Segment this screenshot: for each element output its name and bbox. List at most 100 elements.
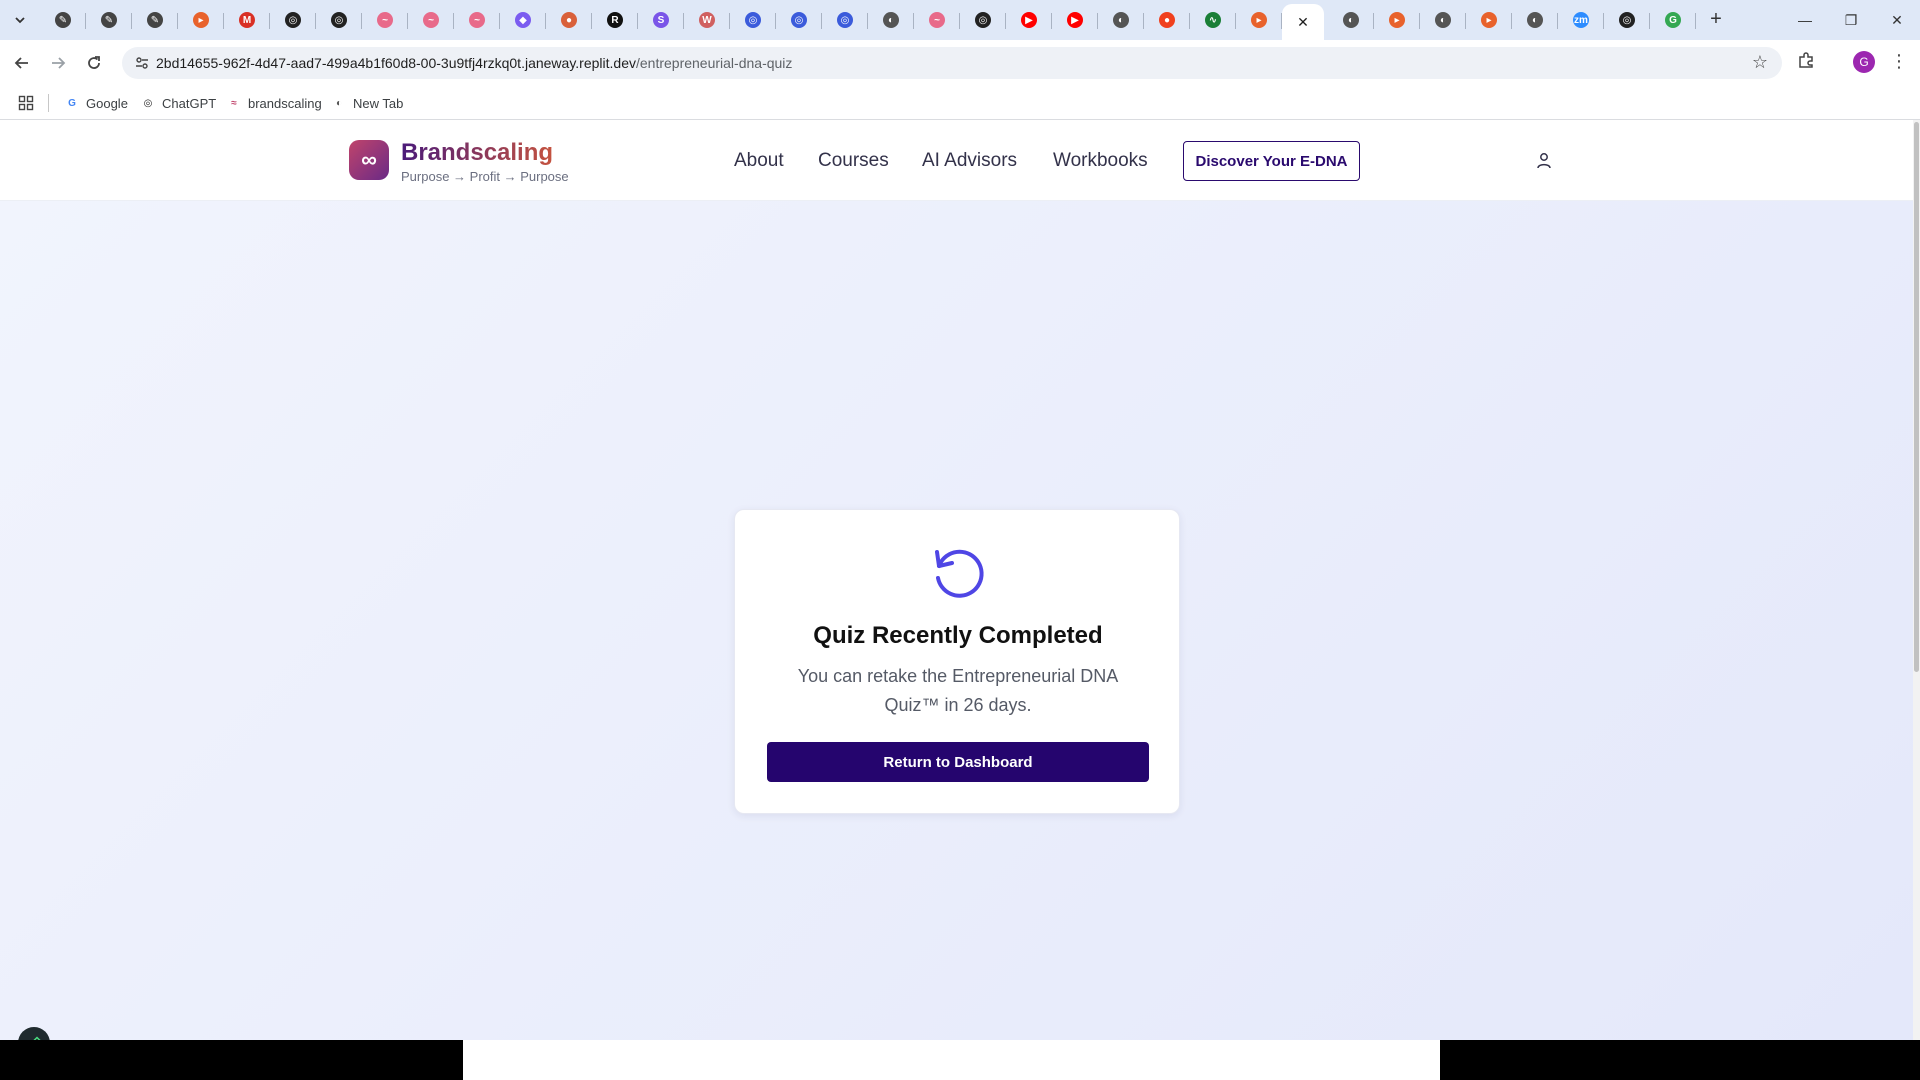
browser-tab[interactable]: G [1650, 4, 1696, 36]
reload-button[interactable] [80, 49, 108, 77]
new-tab-button[interactable]: + [1704, 8, 1728, 32]
google-icon: G [1665, 12, 1681, 28]
card-message: You can retake the Entrepreneurial DNA Q… [797, 666, 1119, 715]
browser-tab[interactable]: ▶ [1052, 4, 1098, 36]
brand-icon: ▸ [193, 12, 209, 28]
globe-icon: ◐ [1113, 12, 1129, 28]
link-icon: ✎ [147, 12, 163, 28]
browser-tab[interactable]: ▸ [178, 4, 224, 36]
scrollbar-thumb[interactable] [1914, 122, 1919, 672]
globe-icon: ◐ [883, 12, 899, 28]
bookmark-brandscaling[interactable]: ≈ brandscaling [226, 93, 322, 113]
retake-icon [929, 544, 987, 602]
nav-about[interactable]: About [734, 150, 784, 172]
browser-tab[interactable]: ∿ [1190, 4, 1236, 36]
restore-button[interactable]: ❐ [1828, 0, 1874, 40]
nav-workbooks[interactable]: Workbooks [1053, 150, 1148, 172]
browser-tab[interactable]: ✎ [40, 4, 86, 36]
chatgpt-icon: ◎ [285, 12, 301, 28]
nav-courses[interactable]: Courses [818, 150, 889, 172]
bookmark-label: New Tab [353, 95, 404, 111]
browser-tab[interactable]: ◎ [316, 4, 362, 36]
browser-tab[interactable]: ● [546, 4, 592, 36]
bookmark-star-icon[interactable]: ☆ [1752, 52, 1768, 73]
browser-tab[interactable]: ● [1144, 4, 1190, 36]
browser-tab[interactable]: ◐ [1420, 4, 1466, 36]
bookmarks-divider [48, 94, 49, 112]
browser-tab[interactable]: ▸ [1236, 4, 1282, 36]
browser-tab[interactable]: ◐ [1512, 4, 1558, 36]
browser-tab[interactable]: W [684, 4, 730, 36]
active-tab[interactable]: ✕ [1282, 4, 1324, 40]
bookmark-label: Google [86, 95, 128, 111]
browser-tab[interactable]: ~ [914, 4, 960, 36]
back-arrow-icon [14, 57, 28, 69]
browser-tab[interactable]: ▸ [1466, 4, 1512, 36]
site-info-icon[interactable] [134, 55, 150, 71]
zoom-icon: zm [1573, 12, 1589, 28]
browser-tab[interactable]: zm [1558, 4, 1604, 36]
browser-tab[interactable]: R [592, 4, 638, 36]
flow-icon: ~ [929, 12, 945, 28]
forward-button[interactable] [44, 49, 72, 77]
bookmark-label: brandscaling [248, 95, 322, 111]
tab-search-button[interactable] [8, 8, 32, 32]
s-icon: S [653, 12, 669, 28]
brand-name[interactable]: Brandscaling [401, 139, 553, 167]
browser-tab[interactable]: ◐ [1098, 4, 1144, 36]
site-header: ∞ Brandscaling Purpose → Profit → Purpos… [0, 120, 1913, 201]
flow-icon: ~ [377, 12, 393, 28]
minimize-button[interactable]: — [1782, 0, 1828, 40]
address-bar[interactable]: 2bd14655-962f-4d47-aad7-499a4b1f60d8-00-… [122, 47, 1782, 79]
apps-grid-icon[interactable] [18, 95, 34, 111]
close-tab-icon[interactable]: ✕ [1297, 14, 1309, 31]
browser-tab[interactable]: ◎ [1604, 4, 1650, 36]
user-account-icon[interactable] [1536, 152, 1552, 170]
browser-tab[interactable]: ▶ [1006, 4, 1052, 36]
browser-tab[interactable]: ◐ [1328, 4, 1374, 36]
browser-tab[interactable]: ◎ [730, 4, 776, 36]
close-window-button[interactable]: ✕ [1874, 0, 1920, 40]
browser-tab[interactable]: ▸ [1374, 4, 1420, 36]
browser-tab[interactable]: ~ [408, 4, 454, 36]
browser-tab[interactable]: ◐ [868, 4, 914, 36]
back-button[interactable] [8, 49, 36, 77]
url-path: /entrepreneurial-dna-quiz [635, 55, 793, 71]
browser-tab[interactable]: ✎ [132, 4, 178, 36]
record-icon: ● [1159, 12, 1175, 28]
flow-icon: ~ [469, 12, 485, 28]
app-icon: ◆ [515, 12, 531, 28]
forward-arrow-icon [52, 57, 66, 69]
bookmark-new-tab[interactable]: ◐ New Tab [331, 93, 403, 113]
browser-tab[interactable]: ✎ [86, 4, 132, 36]
tab-strip: ✎ ✎ ✎ ▸ M ◎ ◎ ~ ~ ~ ◆ ● R S W ◎ ◎ ◎ ◐ ~ ◎ ▶ ▶ ◐ ● ∿ ▸ ✕ ◐ ▸ ◐ ▸ ◐ zm ◎ G + … [0, 0, 1920, 40]
browser-tab[interactable]: ◎ [776, 4, 822, 36]
brand-icon: ▸ [1251, 12, 1267, 28]
browser-tab[interactable]: S [638, 4, 684, 36]
browser-menu-icon[interactable]: ⋮ [1890, 51, 1908, 72]
brand-icon: ▸ [1389, 12, 1405, 28]
youtube-icon: ▶ [1021, 12, 1037, 28]
browser-tab[interactable]: ◎ [270, 4, 316, 36]
browser-tab[interactable]: ◎ [822, 4, 868, 36]
youtube-icon: ▶ [1067, 12, 1083, 28]
card-title: Quiz Recently Completed [813, 622, 1103, 649]
bookmark-chatgpt[interactable]: ◎ ChatGPT [140, 93, 217, 113]
browser-tab[interactable]: ◆ [500, 4, 546, 36]
url-text[interactable]: 2bd14655-962f-4d47-aad7-499a4b1f60d8-00-… [156, 55, 792, 71]
pulse-icon: ∿ [1205, 12, 1221, 28]
brand-logo-icon[interactable]: ∞ [349, 140, 389, 180]
target-icon: ◎ [837, 12, 853, 28]
discover-edna-button[interactable]: Discover Your E-DNA [1183, 141, 1360, 181]
bookmark-google[interactable]: G Google [64, 93, 128, 113]
return-to-dashboard-button[interactable]: Return to Dashboard [767, 742, 1149, 782]
browser-tab[interactable]: ◎ [960, 4, 1006, 36]
nav-ai-advisors[interactable]: AI Advisors [922, 150, 1017, 172]
chatgpt-icon: ◎ [1619, 12, 1635, 28]
browser-tab[interactable]: ~ [362, 4, 408, 36]
gmail-icon: M [239, 12, 255, 28]
extensions-icon[interactable] [1797, 51, 1815, 74]
profile-avatar[interactable]: G [1853, 51, 1875, 73]
browser-tab[interactable]: ~ [454, 4, 500, 36]
browser-tab[interactable]: M [224, 4, 270, 36]
